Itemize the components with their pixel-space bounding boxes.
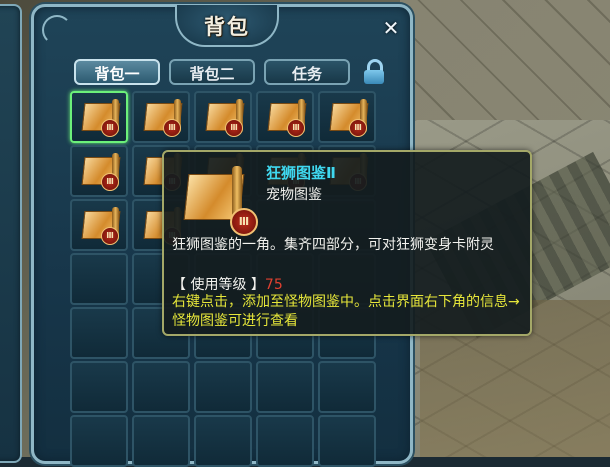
inventory-slot[interactable] bbox=[318, 415, 376, 467]
item-level: 【 使用等级 】75 bbox=[172, 274, 283, 294]
lock-icon[interactable] bbox=[363, 59, 385, 85]
inventory-slot[interactable] bbox=[132, 361, 190, 413]
inventory-slot[interactable]: Ⅲ bbox=[194, 91, 252, 143]
title-plate: 背包 bbox=[175, 5, 279, 47]
inventory-slot[interactable] bbox=[318, 361, 376, 413]
tab-bar: 背包一 背包二 任务 bbox=[74, 59, 374, 87]
scroll-icon: Ⅲ bbox=[263, 99, 309, 137]
inventory-slot[interactable] bbox=[70, 361, 128, 413]
adjacent-panel: ✕ bbox=[0, 4, 22, 463]
inventory-slot[interactable] bbox=[194, 415, 252, 467]
tab-bag-one[interactable]: 背包一 bbox=[74, 59, 160, 85]
inventory-slot[interactable] bbox=[70, 415, 128, 467]
inventory-slot[interactable]: Ⅲ bbox=[256, 91, 314, 143]
item-name: 狂狮图鉴Ⅱ bbox=[266, 164, 336, 182]
scroll-icon: Ⅲ bbox=[139, 99, 185, 137]
tab-quest[interactable]: 任务 bbox=[264, 59, 350, 85]
scroll-icon: Ⅲ bbox=[325, 99, 371, 137]
seal-badge: Ⅲ bbox=[349, 119, 367, 137]
inventory-slot[interactable]: Ⅲ bbox=[70, 145, 128, 197]
close-button[interactable]: ✕ bbox=[380, 17, 402, 39]
scroll-icon: Ⅲ bbox=[201, 99, 247, 137]
scroll-icon: Ⅲ bbox=[180, 160, 258, 236]
stone-wall bbox=[400, 0, 610, 130]
tab-bag-two[interactable]: 背包二 bbox=[169, 59, 255, 85]
inventory-slot[interactable] bbox=[70, 253, 128, 305]
window-title: 背包 bbox=[204, 15, 250, 39]
corner-ornament bbox=[42, 15, 72, 45]
scroll-icon: Ⅲ bbox=[77, 99, 123, 137]
level-label: 【 使用等级 】 bbox=[172, 277, 265, 293]
inventory-slot[interactable] bbox=[256, 361, 314, 413]
inventory-slot[interactable]: Ⅲ bbox=[318, 91, 376, 143]
scroll-icon: Ⅲ bbox=[77, 207, 123, 245]
seal-badge: Ⅲ bbox=[163, 119, 181, 137]
seal-badge: Ⅲ bbox=[101, 119, 119, 137]
level-value: 75 bbox=[264, 277, 283, 293]
inventory-slot[interactable]: Ⅲ bbox=[70, 91, 128, 143]
seal-badge: Ⅲ bbox=[101, 173, 119, 191]
item-tooltip: Ⅲ 狂狮图鉴Ⅱ 宠物图鉴 狂狮图鉴的一角。集齐四部分，可对狂狮变身卡附灵 【 使… bbox=[162, 150, 532, 336]
item-hint: 右键点击，添加至怪物图鉴中。点击界面右下角的信息→怪物图鉴可进行查看 bbox=[172, 294, 520, 329]
item-type: 宠物图鉴 bbox=[266, 187, 322, 203]
inventory-slot[interactable]: Ⅲ bbox=[132, 91, 190, 143]
inventory-slot[interactable] bbox=[70, 307, 128, 359]
seal-badge: Ⅲ bbox=[101, 227, 119, 245]
inventory-slot[interactable]: Ⅲ bbox=[70, 199, 128, 251]
inventory-slot[interactable] bbox=[194, 361, 252, 413]
inventory-slot[interactable] bbox=[132, 415, 190, 467]
seal-badge: Ⅲ bbox=[225, 119, 243, 137]
scroll-icon: Ⅲ bbox=[77, 153, 123, 191]
item-description: 狂狮图鉴的一角。集齐四部分，可对狂狮变身卡附灵 bbox=[172, 237, 494, 253]
inventory-slot[interactable] bbox=[256, 415, 314, 467]
seal-badge: Ⅲ bbox=[230, 208, 258, 236]
seal-badge: Ⅲ bbox=[287, 119, 305, 137]
